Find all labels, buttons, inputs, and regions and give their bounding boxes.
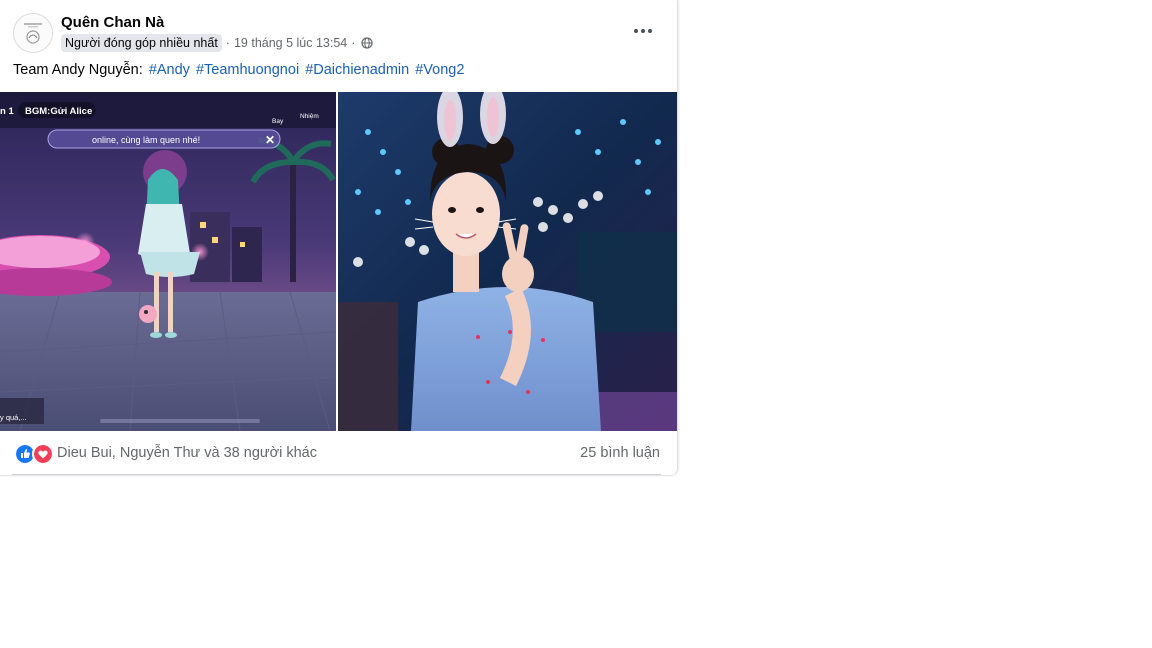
channel-label: n 1 <box>0 106 14 117</box>
action-divider <box>12 474 661 475</box>
chat-line: online, cùng làm quen nhé! <box>92 135 200 145</box>
more-horizontal-icon <box>634 29 652 33</box>
game-scene-image: BGM:Gửi Alice n 1 online, cùng làm quen … <box>0 92 336 431</box>
comment-count[interactable]: 25 bình luận <box>580 445 660 461</box>
caption-text: Team Andy Nguyễn: <box>13 62 147 78</box>
reaction-icons[interactable] <box>14 443 54 465</box>
hashtag-link[interactable]: #Teamhuongnoi <box>196 62 299 78</box>
love-icon <box>32 443 54 465</box>
selfie-image <box>338 92 677 431</box>
bgm-label: BGM:Gửi Alice <box>25 106 92 117</box>
svg-text:✕: ✕ <box>265 133 275 147</box>
author-avatar[interactable] <box>13 13 53 53</box>
meta-separator: · <box>351 35 356 50</box>
meta-separator: · <box>225 35 230 50</box>
globe-icon[interactable] <box>361 36 374 49</box>
photo-grid: BGM:Gửi Alice n 1 online, cùng làm quen … <box>0 92 677 431</box>
contributor-badge[interactable]: Người đóng góp nhiều nhất <box>61 33 222 52</box>
post-card: Quên Chan Nà Người đóng góp nhiều nhất ·… <box>0 0 678 476</box>
hashtag-link[interactable]: #Andy <box>149 62 190 78</box>
photo-game-screenshot[interactable]: BGM:Gửi Alice n 1 online, cùng làm quen … <box>0 92 336 431</box>
hashtag-link[interactable]: #Daichienadmin <box>305 62 409 78</box>
post-caption: Team Andy Nguyễn: #Andy #Teamhuongnoi #D… <box>13 62 464 78</box>
hashtag-link[interactable]: #Vong2 <box>415 62 464 78</box>
chat-input-preview: y quá,... <box>0 413 27 422</box>
post-timestamp[interactable]: 19 tháng 5 lúc 13:54 <box>234 36 347 50</box>
author-name[interactable]: Quên Chan Nà <box>61 14 164 31</box>
post-meta: Người đóng góp nhiều nhất · 19 tháng 5 l… <box>61 33 374 52</box>
hud-fly-label: Bay <box>272 118 284 125</box>
reaction-summary[interactable]: Dieu Bui, Nguyễn Thư và 38 người khác <box>57 445 317 461</box>
hud-mission-label: Nhiệm <box>300 113 319 120</box>
photo-selfie[interactable] <box>338 92 677 431</box>
post-options-button[interactable] <box>627 15 659 47</box>
avatar-logo-icon <box>14 14 52 52</box>
